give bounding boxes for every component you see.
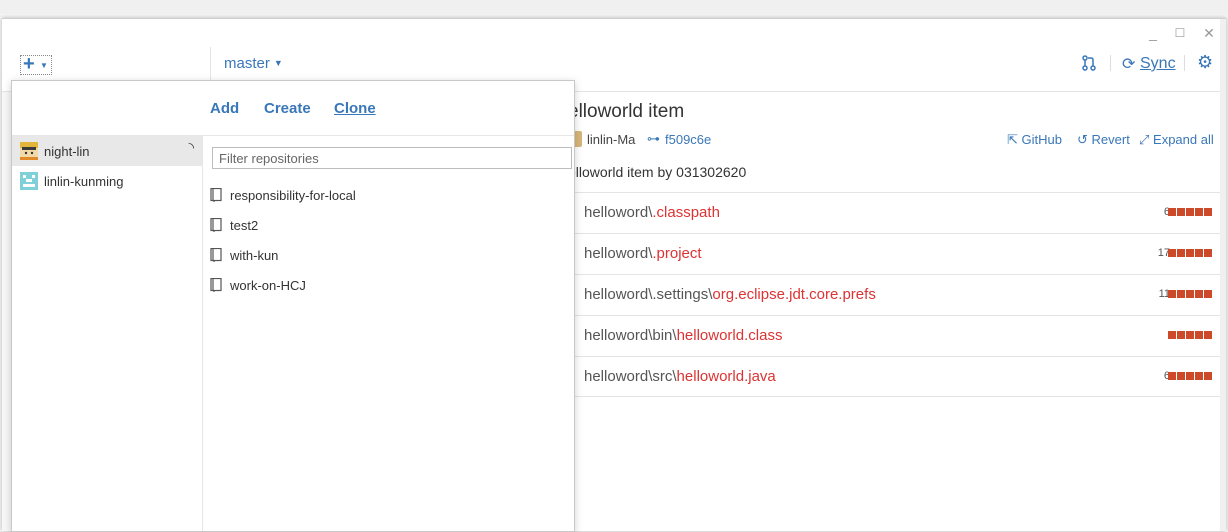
repo-item[interactable]: with-kun	[210, 244, 560, 268]
file-list-divider	[574, 396, 1226, 397]
file-name: .classpath	[652, 204, 720, 221]
repo-item[interactable]: test2	[210, 214, 560, 238]
avatar	[20, 142, 38, 160]
sync-button[interactable]: Sync	[1140, 55, 1176, 73]
external-link-icon: ⇱	[1007, 132, 1018, 147]
tab-add[interactable]: Add	[210, 100, 239, 117]
repo-icon	[210, 218, 222, 232]
diffstat-bar	[1168, 372, 1212, 380]
diffstat-bar	[1168, 208, 1212, 216]
plus-icon: +	[23, 53, 35, 75]
repo-item[interactable]: work-on-HCJ	[210, 274, 560, 298]
account-list: night-lin ◝ linlin-kunming	[12, 136, 203, 531]
repo-icon	[210, 278, 222, 292]
commit-sha[interactable]: f509c6e	[665, 132, 711, 147]
file-path: helloword\.project	[584, 245, 702, 262]
close-button[interactable]: ✕	[1201, 25, 1217, 41]
account-label: linlin-kunming	[44, 174, 124, 189]
minimize-button[interactable]: _	[1145, 25, 1161, 41]
add-repository-button[interactable]: + ▼	[20, 53, 52, 75]
commit-author: linlin-Ma	[587, 132, 636, 147]
chevron-down-icon: ▼	[40, 61, 48, 70]
file-name: helloworld.class	[676, 327, 783, 344]
repo-icon	[210, 248, 222, 262]
toolbar-separator	[1110, 55, 1111, 71]
diffstat-bar	[1168, 290, 1212, 298]
file-path: helloword\src\helloworld.java	[584, 368, 776, 385]
file-row[interactable]: helloword\.classpath 6	[574, 192, 1226, 233]
repo-label: test2	[230, 218, 259, 233]
expand-icon: ⤢	[1139, 132, 1150, 147]
repository-list-pane: responsibility-for-local test2 with-kun …	[202, 136, 574, 531]
chevron-down-icon: ▼	[273, 58, 283, 68]
expand-all-label: Expand all	[1153, 132, 1214, 147]
repo-label: with-kun	[230, 248, 279, 263]
file-row[interactable]: helloword\src\helloworld.java 6	[574, 356, 1226, 397]
repo-label: work-on-HCJ	[230, 278, 306, 293]
commit-title: elloworld item	[568, 101, 685, 122]
add-repository-popup: Add Create Clone night-lin ◝ linlin-kunm…	[11, 80, 575, 532]
file-row[interactable]: helloword\bin\helloworld.class	[574, 315, 1226, 356]
file-name: .project	[652, 245, 702, 262]
file-path: helloword\.classpath	[584, 204, 720, 221]
pull-request-icon[interactable]	[1080, 54, 1098, 72]
commit-description: elloworld item by 031302620	[568, 164, 747, 180]
account-item-night-lin[interactable]: night-lin ◝	[12, 136, 202, 166]
diffstat-bar	[1168, 331, 1212, 339]
popup-tabs: Add Create Clone	[12, 81, 574, 136]
account-item-linlin-kunming[interactable]: linlin-kunming	[12, 166, 202, 196]
github-button[interactable]: ⇱ GitHub	[1007, 132, 1062, 148]
gear-icon[interactable]: ⚙	[1197, 52, 1213, 73]
repo-label: responsibility-for-local	[230, 188, 356, 203]
branch-name: master	[224, 55, 270, 72]
tab-clone[interactable]: Clone	[334, 100, 376, 117]
account-label: night-lin	[44, 144, 90, 159]
scrollbar[interactable]	[1220, 19, 1226, 531]
revert-button[interactable]: ↺ Revert	[1077, 132, 1130, 148]
file-path: helloword\.settings\org.eclipse.jdt.core…	[584, 286, 876, 303]
github-label: GitHub	[1021, 132, 1062, 147]
commit-icon: ⊶	[647, 131, 660, 146]
branch-selector[interactable]: master ▼	[224, 55, 283, 72]
avatar	[20, 172, 38, 190]
repo-icon	[210, 188, 222, 202]
filter-repositories-input[interactable]	[212, 147, 572, 169]
diffstat-bar	[1168, 249, 1212, 257]
tab-create[interactable]: Create	[264, 100, 311, 117]
revert-label: Revert	[1091, 132, 1130, 147]
sync-icon[interactable]: ⟳	[1122, 54, 1135, 74]
toolbar-separator	[1184, 55, 1185, 71]
loading-spinner-icon: ◝	[188, 139, 194, 155]
revert-icon: ↺	[1077, 132, 1088, 147]
repo-item[interactable]: responsibility-for-local	[210, 184, 560, 208]
file-row[interactable]: helloword\.project 17	[574, 233, 1226, 274]
file-name: org.eclipse.jdt.core.prefs	[712, 286, 876, 303]
background-window-strip	[0, 0, 1228, 14]
maximize-button[interactable]: ☐	[1172, 25, 1188, 41]
file-name: helloworld.java	[676, 368, 776, 385]
expand-all-button[interactable]: ⤢ Expand all	[1139, 132, 1214, 148]
file-row[interactable]: helloword\.settings\org.eclipse.jdt.core…	[574, 274, 1226, 315]
file-path: helloword\bin\helloworld.class	[584, 327, 783, 344]
